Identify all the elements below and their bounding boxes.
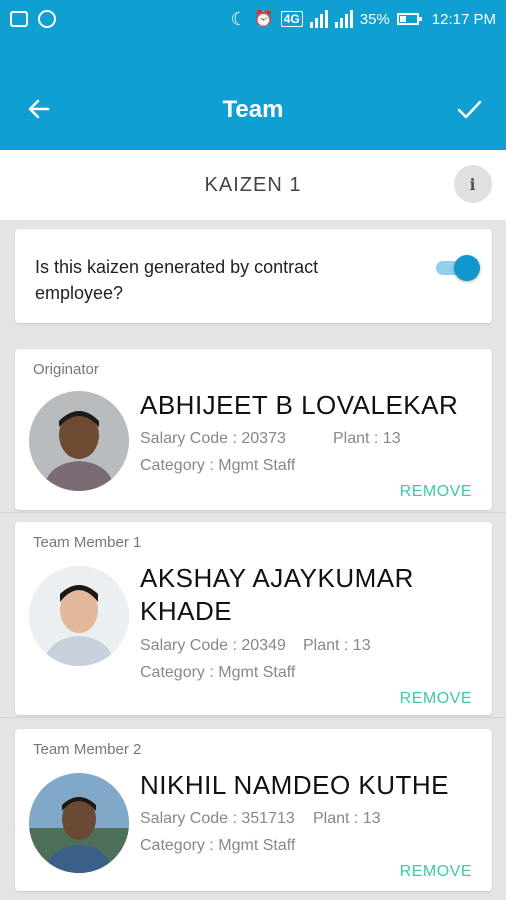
member-plant: Plant : 13 bbox=[313, 810, 381, 827]
remove-button[interactable]: REMOVE bbox=[400, 483, 472, 501]
member-category: Category : Mgmt Staff bbox=[140, 457, 296, 474]
battery-percent: 35% bbox=[359, 10, 390, 28]
member-salary-code: Salary Code : 20349 bbox=[140, 637, 286, 654]
app-bar: Team bbox=[0, 38, 506, 150]
member-role: Team Member 1 bbox=[33, 534, 142, 551]
member-salary-code: Salary Code : 351713 bbox=[140, 810, 295, 827]
info-button[interactable]: i bbox=[454, 165, 492, 203]
info-icon: i bbox=[469, 174, 477, 194]
check-icon bbox=[457, 100, 482, 119]
signal-icon bbox=[309, 10, 328, 28]
person-photo-icon bbox=[29, 391, 129, 491]
alarm-icon: ⏰ bbox=[253, 11, 274, 28]
member-role: Originator bbox=[33, 361, 99, 378]
signal-2-icon bbox=[334, 10, 353, 28]
member-name: AKSHAY AJAYKUMAR KHADE bbox=[140, 563, 414, 626]
member-plant: Plant : 13 bbox=[303, 637, 371, 654]
person-photo-icon bbox=[29, 566, 129, 666]
member-category: Category : Mgmt Staff bbox=[140, 837, 296, 854]
divider bbox=[0, 512, 506, 513]
avatar bbox=[29, 773, 129, 873]
member-name: NIKHIL NAMDEO KUTHE bbox=[140, 770, 450, 800]
member-salary-code: Salary Code : 20373 bbox=[140, 430, 286, 447]
contract-employee-toggle[interactable] bbox=[434, 255, 480, 281]
member-card-team-member-1: Team Member 1 AKSHAY AJAYKUMAR KHADE Sal… bbox=[15, 522, 492, 715]
status-time: 12:17 PM bbox=[431, 10, 496, 28]
contract-employee-card: Is this kaizen generated by contract emp… bbox=[15, 229, 492, 323]
gallery-notification-icon bbox=[10, 11, 28, 27]
status-bar: ☾ ⏰ 4G 35% 12:17 PM bbox=[0, 0, 506, 38]
remove-button[interactable]: REMOVE bbox=[400, 690, 472, 708]
avatar bbox=[29, 391, 129, 491]
battery-icon bbox=[396, 13, 422, 25]
chat-notification-icon bbox=[38, 10, 56, 28]
member-card-team-member-2: Team Member 2 NIKHIL NAMDEO KUTHE Salary… bbox=[15, 729, 492, 891]
member-category: Category : Mgmt Staff bbox=[140, 664, 296, 681]
member-plant: Plant : 13 bbox=[333, 430, 401, 447]
person-photo-icon bbox=[29, 773, 129, 873]
divider bbox=[0, 717, 506, 718]
do-not-disturb-icon: ☾ bbox=[230, 8, 247, 29]
member-card-originator: Originator ABHIJEET B LOVALEKAR Salary C… bbox=[15, 349, 492, 510]
kaizen-header: KAIZEN 1 i bbox=[0, 150, 506, 220]
done-button[interactable] bbox=[454, 94, 484, 124]
member-role: Team Member 2 bbox=[33, 741, 142, 758]
page-title: Team bbox=[222, 96, 284, 123]
contract-employee-question: Is this kaizen generated by contract emp… bbox=[35, 257, 319, 303]
remove-button[interactable]: REMOVE bbox=[400, 863, 472, 881]
kaizen-title: KAIZEN 1 bbox=[204, 173, 302, 196]
toggle-thumb bbox=[454, 255, 480, 281]
network-type: 4G bbox=[280, 11, 303, 27]
avatar bbox=[29, 566, 129, 666]
member-name: ABHIJEET B LOVALEKAR bbox=[140, 390, 459, 420]
